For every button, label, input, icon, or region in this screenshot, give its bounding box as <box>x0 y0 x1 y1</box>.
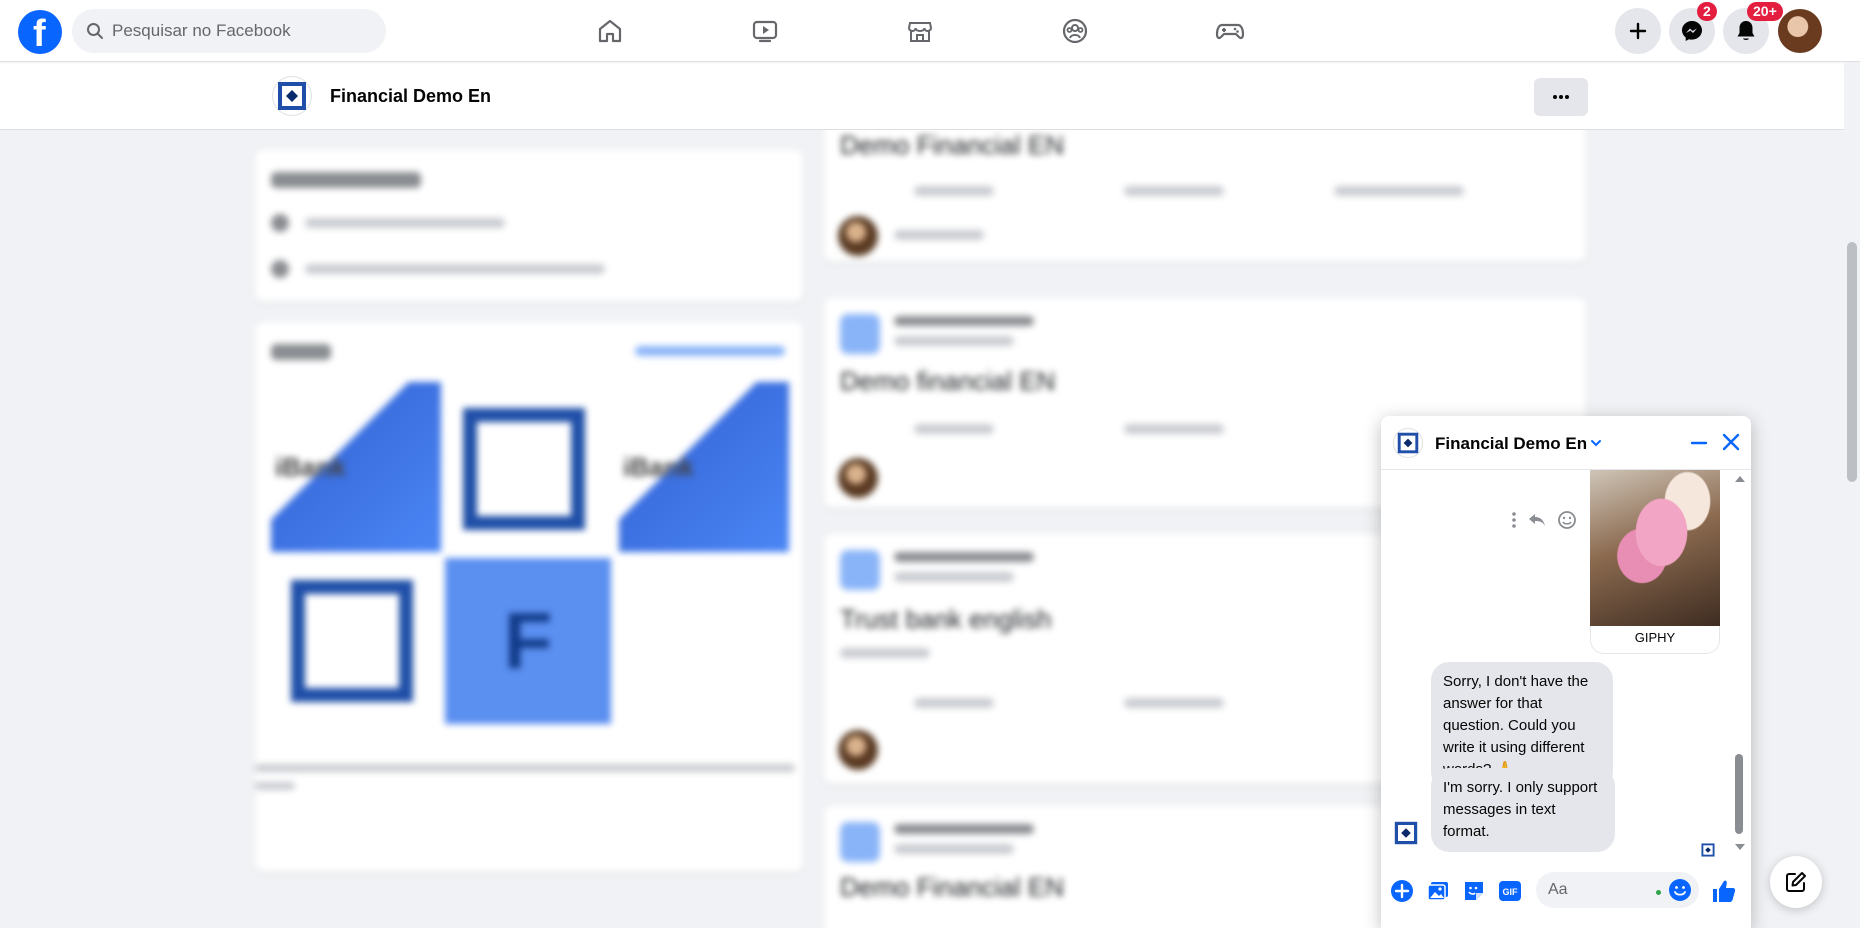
photo-icon <box>1427 882 1448 901</box>
emoji-icon[interactable] <box>1668 878 1692 902</box>
message-input-box[interactable] <box>1536 872 1699 908</box>
giphy-image[interactable] <box>1590 470 1720 626</box>
page-more-button[interactable] <box>1534 78 1588 116</box>
nav-tab-home[interactable] <box>582 8 638 54</box>
home-icon <box>598 19 622 43</box>
groups-icon <box>1062 18 1088 44</box>
chat-scrollbar-thumb[interactable] <box>1735 754 1743 834</box>
nav-tab-groups[interactable] <box>1047 8 1103 54</box>
like-send-button[interactable] <box>1711 878 1737 904</box>
plus-icon <box>1629 22 1647 40</box>
sticker-button[interactable] <box>1461 878 1487 904</box>
search-input[interactable] <box>112 9 372 53</box>
close-icon[interactable] <box>1719 430 1743 454</box>
minimize-icon[interactable] <box>1689 433 1709 453</box>
video-icon <box>752 20 778 43</box>
chat-header: Financial Demo En <box>1381 416 1751 470</box>
nav-tab-watch[interactable] <box>737 8 793 54</box>
page-logo-icon <box>1394 821 1418 845</box>
photo-brand-text-2: iBank <box>623 452 694 482</box>
notifications-button[interactable]: 20+ <box>1723 2 1783 54</box>
bot-avatar <box>1393 820 1419 846</box>
gaming-icon <box>1215 23 1245 40</box>
plus-circle-icon <box>1391 880 1413 902</box>
seen-indicator-icon <box>1701 843 1715 857</box>
page-avatar[interactable] <box>272 76 312 116</box>
thumbs-up-icon <box>1713 880 1736 902</box>
gif-icon: GIF <box>1499 881 1521 901</box>
messenger-badge: 2 <box>1697 2 1717 21</box>
scroll-up-arrow-icon[interactable] <box>1734 474 1746 484</box>
search-box[interactable] <box>72 9 386 53</box>
svg-text:GIF: GIF <box>1503 887 1519 897</box>
message-input[interactable] <box>1548 872 1648 908</box>
react-icon[interactable] <box>1557 510 1577 530</box>
more-vertical-icon[interactable] <box>1511 511 1517 529</box>
facebook-logo-icon[interactable]: f <box>18 10 62 55</box>
chat-page-avatar[interactable] <box>1393 428 1423 458</box>
create-button[interactable] <box>1615 8 1661 54</box>
scroll-down-arrow-icon[interactable] <box>1734 842 1746 852</box>
page-title[interactable]: Financial Demo En <box>330 86 491 107</box>
post-card-1: Demo Financial EN <box>824 120 1586 262</box>
photos-card: iBank iBank F <box>255 322 803 872</box>
page-logo-icon <box>1397 432 1419 454</box>
chat-window: Financial Demo En GIPHY Sorry, I don't h… <box>1381 416 1751 928</box>
new-message-button[interactable] <box>1770 856 1822 908</box>
top-navigation: f 2 20+ <box>0 0 1860 62</box>
notifications-badge: 20+ <box>1747 2 1783 21</box>
page-logo-icon <box>278 82 306 110</box>
bot-message-2[interactable]: I'm sorry. I only support messages in te… <box>1431 768 1615 852</box>
reply-icon[interactable] <box>1527 512 1547 528</box>
intro-card <box>255 150 803 302</box>
chat-messages: GIPHY Sorry, I don't have the answer for… <box>1381 470 1751 860</box>
messenger-button[interactable]: 2 <box>1669 2 1717 54</box>
attach-photo-button[interactable] <box>1425 878 1451 904</box>
post-title-1: Demo Financial EN <box>840 130 1064 160</box>
chevron-down-icon[interactable] <box>1589 436 1603 450</box>
nav-tab-marketplace[interactable] <box>892 8 948 54</box>
photo-brand-text: iBank <box>275 452 346 482</box>
compose-icon <box>1786 872 1806 892</box>
bell-icon <box>1737 21 1755 40</box>
giphy-label: GIPHY <box>1590 626 1720 654</box>
post-title-2: Demo financial EN <box>840 366 1056 396</box>
page-scrollbar[interactable] <box>1844 62 1860 928</box>
photo-f-tile: F <box>445 558 611 724</box>
more-dots-icon <box>1553 95 1569 99</box>
page-scrollbar-thumb[interactable] <box>1847 242 1857 482</box>
page-header-bar: Financial Demo En <box>0 62 1860 130</box>
nav-tab-gaming[interactable] <box>1202 8 1258 54</box>
more-actions-button[interactable] <box>1389 878 1415 904</box>
chat-composer: GIF <box>1381 866 1751 928</box>
marketplace-icon <box>907 22 933 42</box>
profile-avatar[interactable] <box>1778 9 1822 53</box>
post-title-4: Demo Financial EN <box>840 872 1064 902</box>
message-actions <box>1511 510 1577 530</box>
typing-dot <box>1656 890 1661 895</box>
chat-title[interactable]: Financial Demo En <box>1435 434 1587 454</box>
post-title-3: Trust bank english <box>840 604 1052 634</box>
messenger-icon <box>1682 21 1702 41</box>
gif-button[interactable]: GIF <box>1497 878 1523 904</box>
search-icon <box>87 23 103 39</box>
sticker-icon <box>1465 882 1483 900</box>
